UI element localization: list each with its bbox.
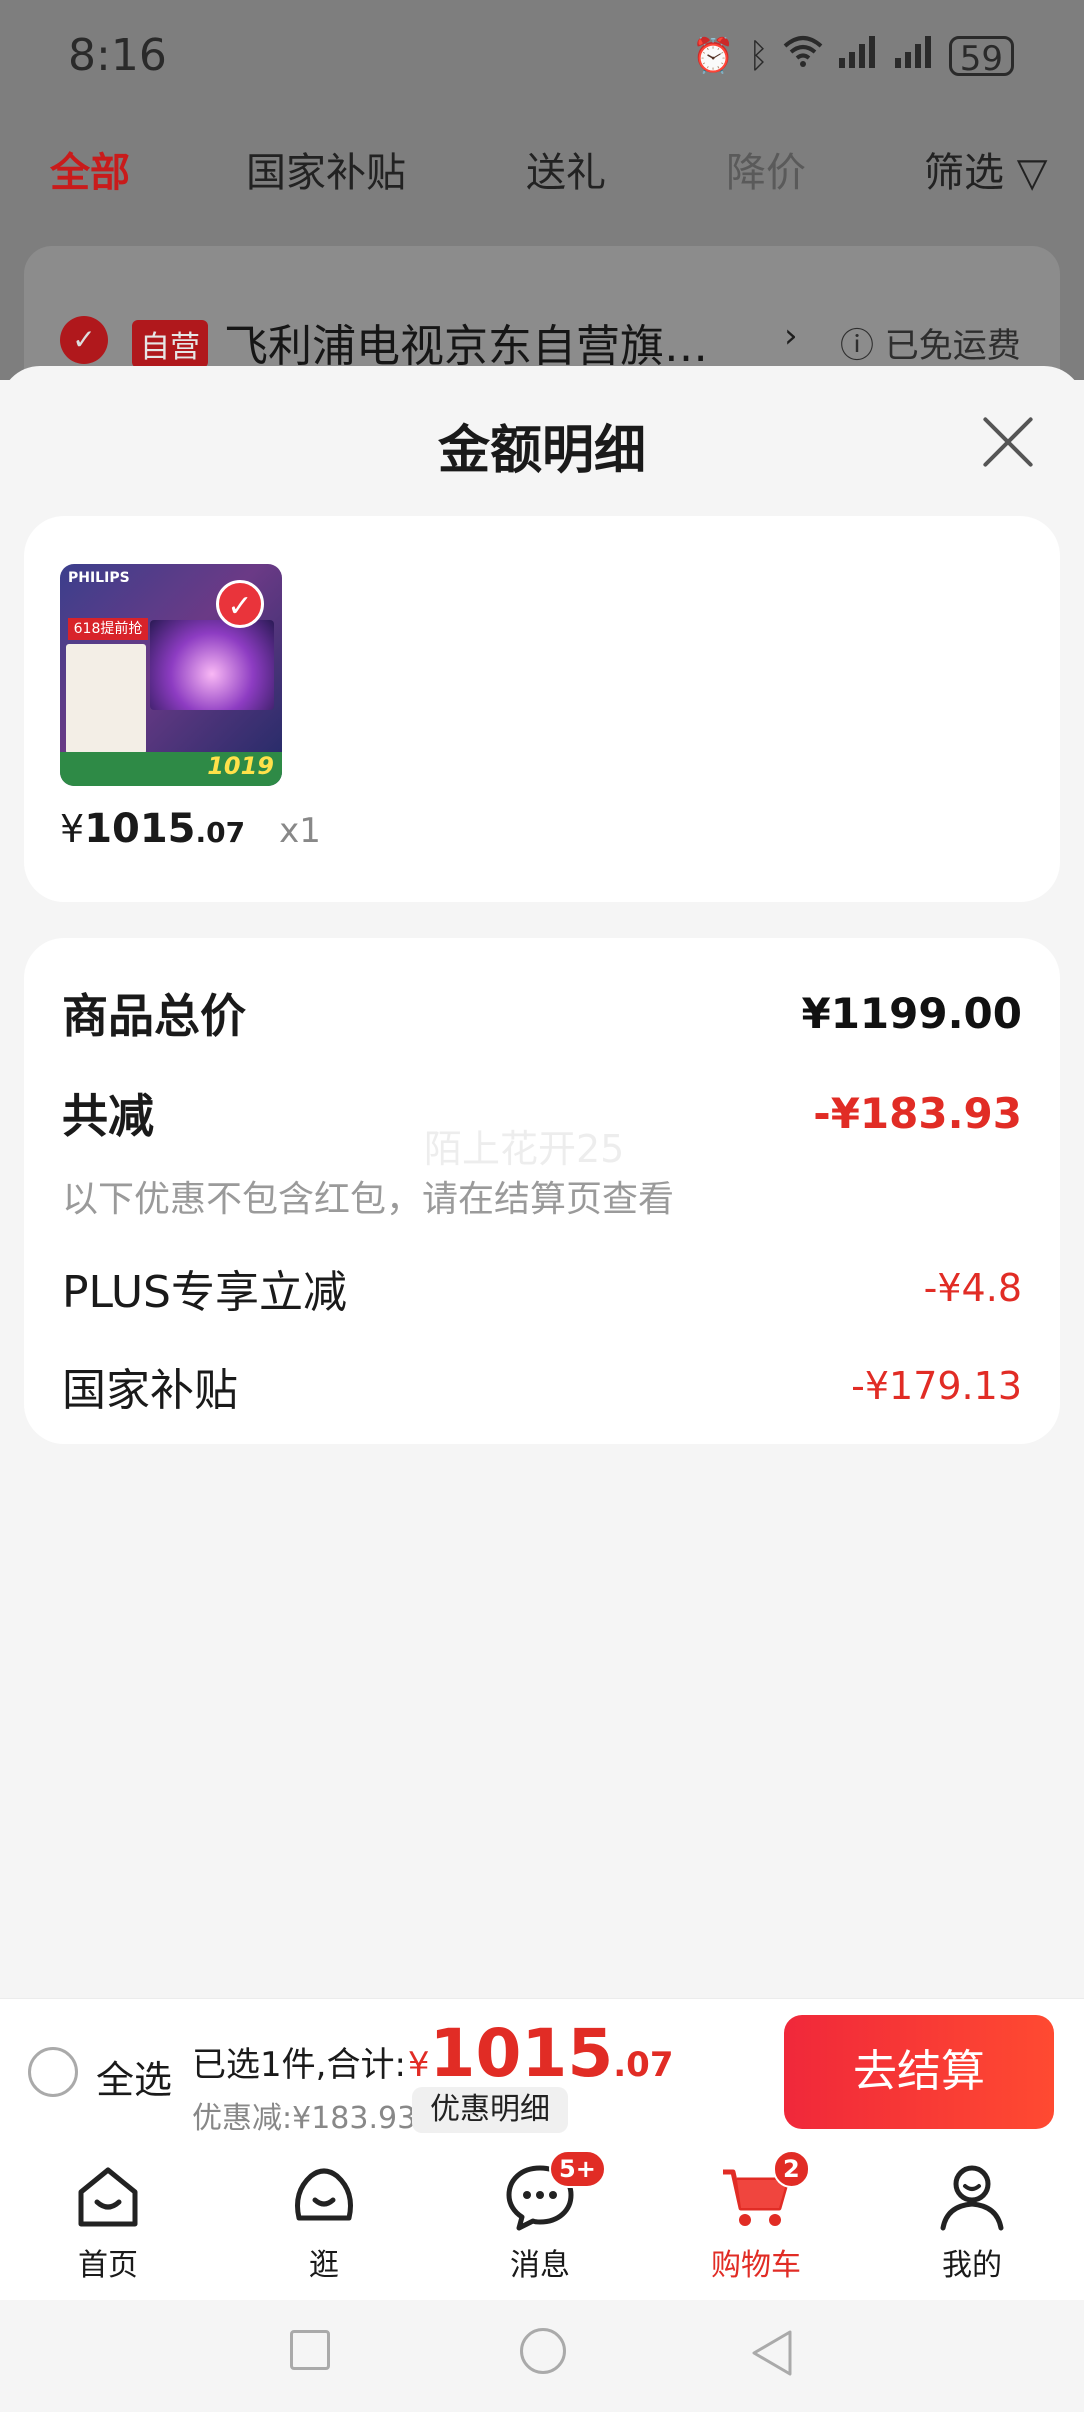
- nav-profile[interactable]: 我的: [902, 2162, 1042, 2284]
- sheet-title: 金额明细: [437, 421, 646, 481]
- product-image[interactable]: PHILIPS 618提前抢 1019 ✓: [60, 564, 282, 786]
- nav-home[interactable]: 首页: [38, 2162, 178, 2284]
- watermark: 陌上花开25: [424, 1127, 625, 1171]
- self-operated-badge: 自营: [132, 320, 208, 368]
- tab-national-subsidy[interactable]: 国家补贴: [246, 140, 406, 198]
- summary-total-decimal: .07: [613, 2045, 674, 2085]
- store-card: ✓ 自营 飞利浦电视京东自营旗… › ⓘ 已免运费: [24, 246, 1060, 380]
- product-image-panel: [66, 644, 146, 754]
- product-image-tag: 618提前抢: [68, 618, 148, 640]
- nav-label: 我的: [942, 2248, 1002, 2283]
- browse-icon: [289, 2162, 359, 2232]
- tab-gift[interactable]: 送礼: [526, 140, 606, 198]
- total-row: 商品总价 ¥1199.00: [62, 980, 1022, 1046]
- checkout-bar: 全选 已选1件,合计: ¥ 1015 .07 优惠减:¥183.93 优惠明细 …: [0, 1998, 1084, 2144]
- total-label: 商品总价: [62, 989, 246, 1043]
- discount-row-subsidy: 国家补贴 -¥179.13: [62, 1354, 1022, 1418]
- product-price-row: ¥ 1015 .07 x1: [60, 806, 321, 852]
- signal-icon: [837, 34, 879, 77]
- nav-label: 消息: [510, 2248, 570, 2283]
- status-icons: ⏰ ᛒ 59: [691, 34, 1014, 79]
- shipping-status: ⓘ 已免运费: [840, 326, 1021, 366]
- nav-browse[interactable]: 逛: [254, 2162, 394, 2284]
- reduce-label: 共减: [62, 1089, 154, 1143]
- reduce-value: -¥183.93: [813, 1088, 1022, 1138]
- discount-value: -¥4.8: [923, 1266, 1022, 1310]
- battery-icon: 59: [948, 35, 1014, 79]
- select-all-radio[interactable]: [28, 2047, 78, 2097]
- product-image-price: 1019: [207, 752, 274, 780]
- background-overlay: 8:16 ⏰ ᛒ 59 全部 国家补贴 送礼 降价 筛选 ▽ ✓ 自营 飞利浦电…: [0, 0, 1084, 380]
- summary-total-integer: 1015: [429, 2015, 614, 2092]
- product-image-brand: PHILIPS: [68, 570, 130, 586]
- summary-label: 已选1件,合计:: [192, 2045, 406, 2085]
- cart-icon: 2: [721, 2150, 810, 2232]
- discount-detail-button[interactable]: 优惠明细: [412, 2087, 568, 2133]
- price-detail-card: 商品总价 ¥1199.00 共减 -¥183.93 陌上花开25 以下优惠不包含…: [24, 938, 1060, 1444]
- store-name[interactable]: 飞利浦电视京东自营旗…: [224, 310, 708, 374]
- total-value: ¥1199.00: [801, 988, 1022, 1038]
- nav-label: 购物车: [711, 2248, 801, 2283]
- tab-price-drop[interactable]: 降价: [726, 140, 806, 198]
- cart-badge: 2: [773, 2150, 810, 2188]
- price-integer: 1015: [84, 806, 196, 852]
- home-button-icon[interactable]: [520, 2328, 566, 2374]
- select-all-label[interactable]: 全选: [96, 2049, 172, 2104]
- price-currency: ¥: [60, 807, 85, 851]
- nav-label: 首页: [78, 2248, 138, 2283]
- tab-all[interactable]: 全部: [50, 140, 130, 198]
- discount-label: 国家补贴: [62, 1365, 238, 1416]
- back-icon[interactable]: [750, 2328, 794, 2382]
- product-image-screen: [150, 620, 274, 710]
- store-checkbox-icon[interactable]: ✓: [60, 316, 108, 364]
- selected-check-icon: ✓: [216, 580, 264, 628]
- summary-currency: ¥: [407, 2045, 430, 2085]
- discount-row-plus: PLUS专享立减 -¥4.8: [62, 1256, 1022, 1320]
- home-icon: [73, 2162, 143, 2232]
- discount-value: -¥179.13: [851, 1364, 1022, 1408]
- status-time: 8:16: [68, 30, 167, 81]
- nav-cart[interactable]: 2 购物车: [686, 2150, 826, 2284]
- checkout-button[interactable]: 去结算: [784, 2015, 1054, 2129]
- system-navigation: [0, 2300, 1084, 2412]
- nav-messages[interactable]: 5+ 消息: [470, 2150, 610, 2284]
- bluetooth-icon: ᛒ: [748, 35, 769, 76]
- checkout-summary: 已选1件,合计: ¥ 1015 .07: [192, 2021, 673, 2087]
- summary-discount: 优惠减:¥183.93: [192, 2101, 417, 2136]
- price-decimal: .07: [195, 816, 246, 849]
- product-card: PHILIPS 618提前抢 1019 ✓ ¥ 1015 .07 x1: [24, 516, 1060, 902]
- close-icon[interactable]: [980, 414, 1036, 470]
- signal-icon-2: [893, 34, 935, 77]
- reduce-note: 以下优惠不包含红包，请在结算页查看: [62, 1179, 675, 1220]
- filter-icon: ▽: [1016, 150, 1048, 196]
- product-quantity: x1: [279, 811, 321, 851]
- profile-icon: [937, 2162, 1007, 2232]
- message-icon: 5+: [505, 2150, 606, 2232]
- amount-detail-sheet: 金额明细 PHILIPS 618提前抢 1019 ✓ ¥ 1015 .07 x1…: [0, 366, 1084, 1998]
- chevron-right-icon[interactable]: ›: [784, 316, 798, 356]
- tab-filter[interactable]: 筛选 ▽: [924, 140, 1047, 198]
- wifi-icon: [783, 34, 823, 77]
- recent-apps-icon[interactable]: [290, 2330, 330, 2370]
- status-bar: 8:16 ⏰ ᛒ 59: [0, 0, 1084, 112]
- filter-tabs: 全部 国家补贴 送礼 降价 筛选 ▽: [0, 140, 1084, 204]
- bottom-nav: 首页 逛 5+ 消息 2 购物车 我的: [0, 2144, 1084, 2300]
- nav-label: 逛: [309, 2248, 339, 2283]
- alarm-icon: ⏰: [691, 35, 735, 76]
- discount-label: PLUS专享立减: [62, 1267, 347, 1318]
- message-badge: 5+: [549, 2150, 606, 2188]
